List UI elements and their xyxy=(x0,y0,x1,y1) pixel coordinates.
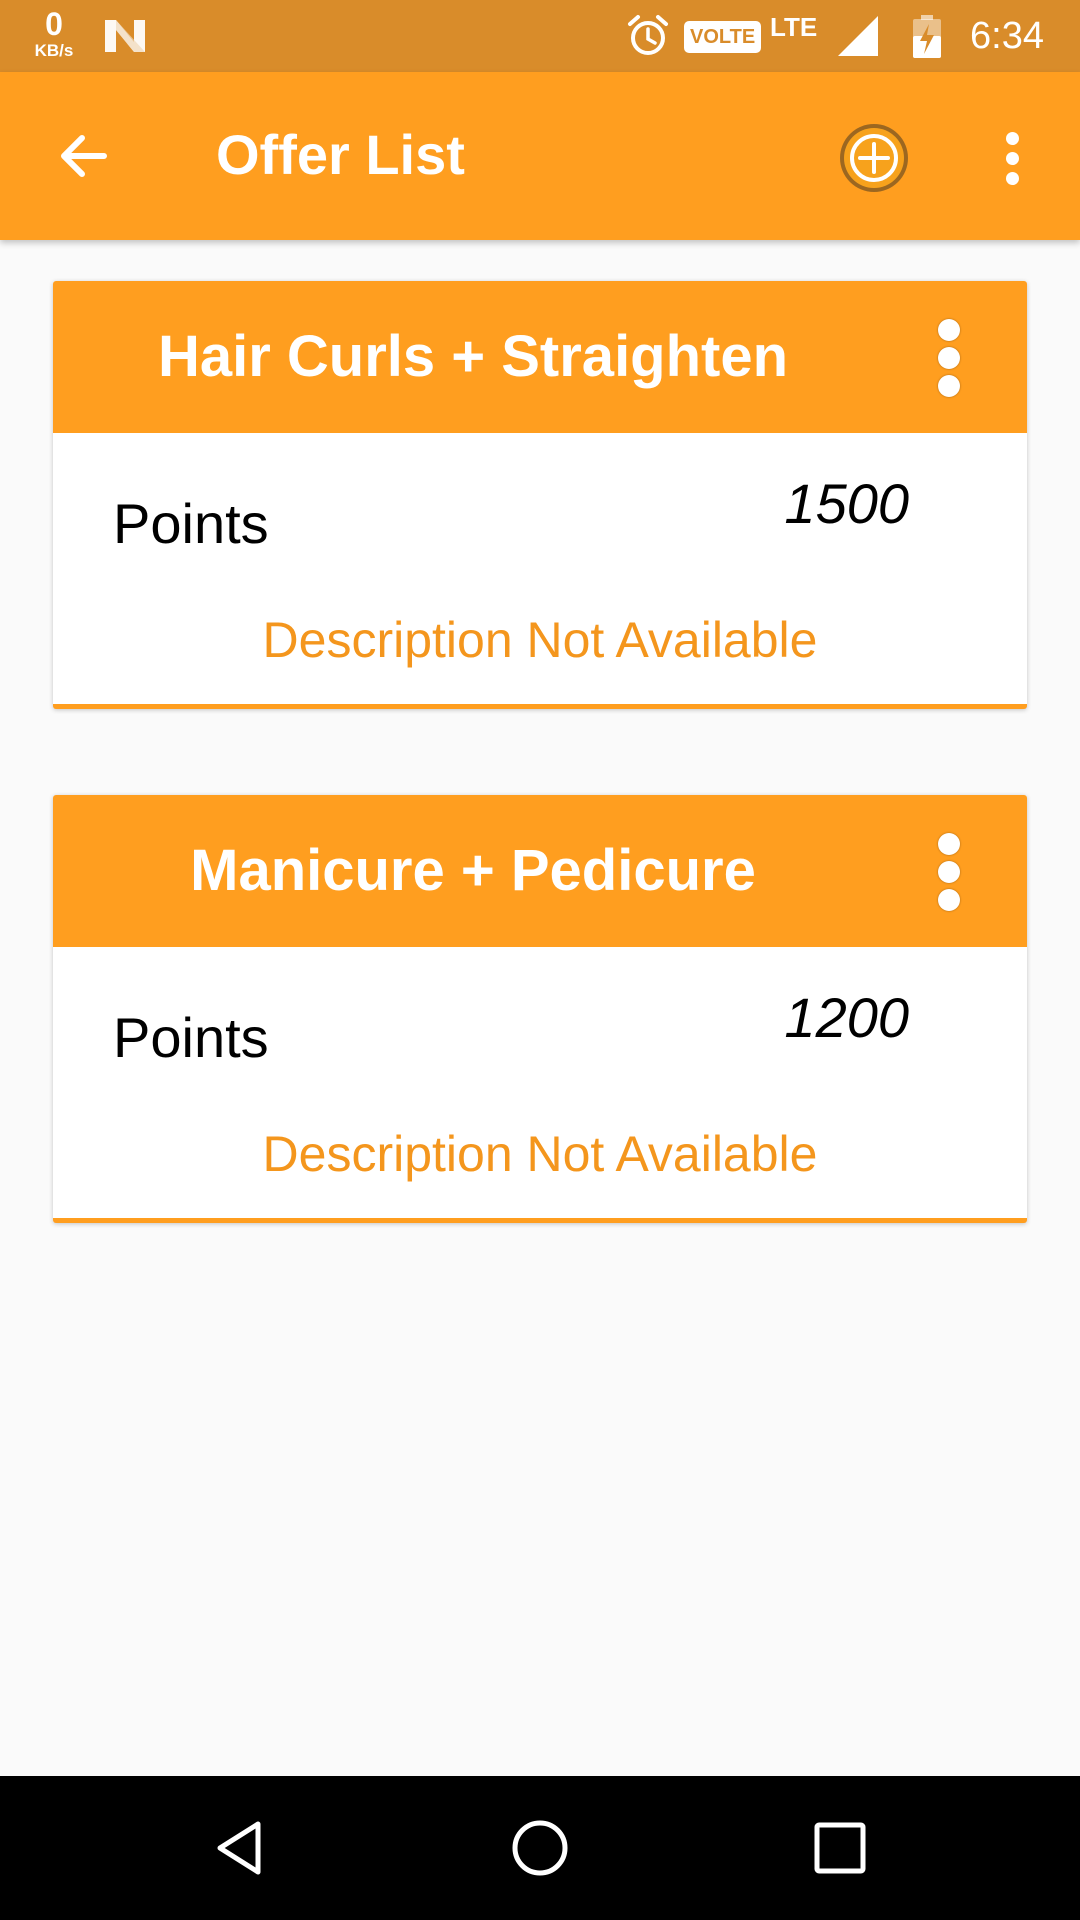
offer-menu-button[interactable] xyxy=(925,831,975,913)
back-button[interactable] xyxy=(44,116,124,196)
network-speed: 0 KB/s xyxy=(26,8,82,59)
add-offer-button[interactable] xyxy=(836,120,912,196)
points-label: Points xyxy=(113,1006,269,1069)
signal-icon xyxy=(838,16,878,56)
network-speed-unit: KB/s xyxy=(34,41,74,60)
offer-description: Description Not Available xyxy=(262,612,818,668)
more-options-button[interactable] xyxy=(990,126,1036,190)
app-bar: Offer List xyxy=(0,72,1080,240)
network-speed-value: 0 xyxy=(45,6,63,42)
nav-back-icon xyxy=(217,1821,261,1875)
n-notification-icon xyxy=(105,20,145,52)
status-bar: 0 KB/s VOLTE LTE 6:34 xyxy=(0,0,1080,72)
clock-time: 6:34 xyxy=(970,15,1044,57)
offer-title: Manicure + Pedicure xyxy=(190,838,756,903)
alarm-icon xyxy=(628,15,668,55)
screen: 0 KB/s VOLTE LTE 6:34 Offer List Hair Cu… xyxy=(0,0,1080,1920)
volte-badge: VOLTE xyxy=(684,21,762,53)
offer-card[interactable]: Hair Curls + Straighten Points 1500 Desc… xyxy=(53,281,1027,709)
system-nav-bar xyxy=(0,1776,1080,1920)
offer-card-header: Hair Curls + Straighten xyxy=(53,281,1027,433)
nav-back-button[interactable] xyxy=(204,1812,276,1884)
points-value: 1500 xyxy=(784,472,909,535)
offer-card[interactable]: Manicure + Pedicure Points 1200 Descript… xyxy=(53,795,1027,1223)
nav-recents-button[interactable] xyxy=(804,1812,876,1884)
page-title: Offer List xyxy=(216,123,465,186)
offer-title: Hair Curls + Straighten xyxy=(157,324,789,389)
nav-home-button[interactable] xyxy=(504,1812,576,1884)
points-value: 1200 xyxy=(784,986,909,1049)
battery-charging-icon xyxy=(913,15,941,58)
network-type: LTE xyxy=(770,12,818,42)
nav-home-icon xyxy=(512,1820,568,1876)
offer-description: Description Not Available xyxy=(262,1126,818,1182)
arrow-back-icon xyxy=(61,135,107,177)
points-label: Points xyxy=(113,492,269,555)
offer-menu-button[interactable] xyxy=(925,317,975,399)
nav-recents-icon xyxy=(814,1822,866,1874)
offer-card-header: Manicure + Pedicure xyxy=(53,795,1027,947)
add-circle-icon xyxy=(840,124,908,192)
